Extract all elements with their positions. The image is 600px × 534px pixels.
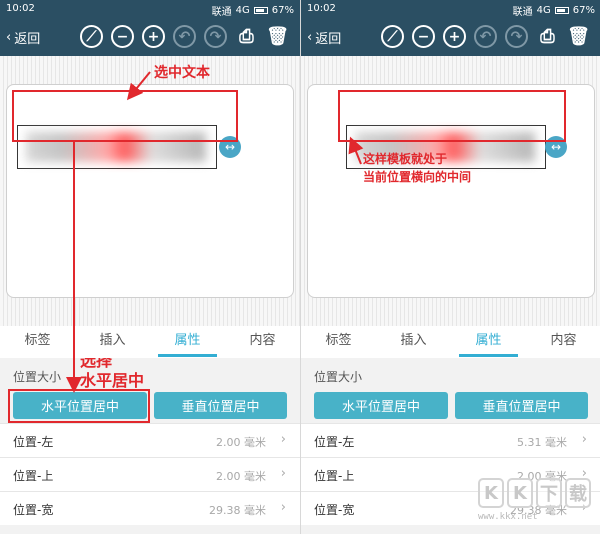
delete-button[interactable]: 🗑 [567, 25, 590, 48]
double-arrow-icon: ↔ [224, 140, 236, 154]
undo-icon: ↶ [178, 28, 191, 45]
battery-level: 67% [271, 5, 294, 16]
print-button[interactable]: ⎙ [536, 25, 559, 48]
redo-icon: ↷ [209, 28, 222, 45]
h-center-button[interactable]: 水平位置居中 [13, 392, 147, 419]
chevron-left-icon: ‹ [6, 30, 12, 45]
status-time: 10:02 [6, 3, 35, 14]
row-name: 位置-左 [13, 435, 54, 449]
status-time: 10:02 [307, 3, 336, 14]
redo-button[interactable]: ↷ [204, 25, 227, 48]
plus-icon: + [147, 28, 160, 45]
watermark-url: www.kkx.net [478, 512, 538, 522]
magic-wand-icon: ⟋ [86, 28, 97, 45]
undo-button[interactable]: ↶ [474, 25, 497, 48]
network-label: 4G [235, 5, 250, 16]
printer-icon: ⎙ [540, 26, 555, 47]
tab-content[interactable]: 内容 [225, 326, 300, 358]
tab-properties[interactable]: 属性 [451, 326, 526, 358]
battery-level: 67% [572, 5, 595, 16]
right-screen: 10:02 联通 4G 67% ‹ 返回 ⟋ − + ↶ ↷ ⎙ 🗑 ↔ 这样模… [300, 0, 600, 534]
watermark-letter: K [507, 478, 533, 508]
v-center-button[interactable]: 垂直位置居中 [154, 392, 287, 419]
annotation-choose-line2: 水平居中 [80, 371, 145, 390]
position-size-label: 位置大小 [314, 370, 363, 384]
chevron-right-icon: › [280, 432, 286, 447]
watermark-letter: 下 [536, 478, 562, 508]
minus-icon: − [417, 28, 430, 45]
annotation-result-line2: 当前位置横向的中间 [363, 170, 472, 184]
tab-insert[interactable]: 插入 [376, 326, 451, 358]
top-toolbar: ‹ 返回 ⟋ − + ↶ ↷ ⎙ 🗑 [0, 18, 300, 56]
zoom-out-button[interactable]: − [111, 25, 134, 48]
magic-edit-button[interactable]: ⟋ [80, 25, 103, 48]
row-name: 位置-左 [314, 435, 355, 449]
row-name: 位置-上 [13, 469, 54, 483]
property-row-left[interactable]: 位置-左 2.00 毫米 › [0, 423, 300, 457]
chevron-left-icon: ‹ [307, 30, 313, 45]
site-watermark: K K 下 载 www.kkx.net [478, 478, 598, 530]
row-name: 位置-宽 [13, 503, 54, 517]
zoom-in-button[interactable]: + [142, 25, 165, 48]
row-value: 5.31 毫米 [517, 436, 567, 449]
tab-label[interactable]: 标签 [301, 326, 376, 358]
double-arrow-icon: ↔ [550, 140, 562, 154]
status-bar: 10:02 联通 4G 67% [301, 0, 600, 18]
left-screen: 10:02 联通 4G 67% ‹ 返回 ⟋ − + ↶ ↷ ⎙ 🗑 ↔ 选中文… [0, 0, 300, 534]
undo-icon: ↶ [479, 28, 492, 45]
magic-wand-icon: ⟋ [387, 28, 398, 45]
position-size-label: 位置大小 [13, 370, 62, 384]
delete-button[interactable]: 🗑 [266, 25, 289, 48]
annotation-select-text: 选中文本 [154, 65, 210, 81]
network-label: 4G [536, 5, 551, 16]
back-label: 返回 [315, 32, 342, 47]
row-value: 29.38 毫米 [209, 504, 266, 517]
back-button[interactable]: ‹ 返回 [6, 28, 40, 47]
property-row-top[interactable]: 位置-上 2.00 毫米 › [0, 457, 300, 491]
tab-properties[interactable]: 属性 [150, 326, 225, 358]
watermark-letter: K [478, 478, 504, 508]
property-row-width[interactable]: 位置-宽 29.38 毫米 › [0, 491, 300, 525]
back-button[interactable]: ‹ 返回 [307, 28, 341, 47]
row-value: 2.00 毫米 [216, 436, 266, 449]
chevron-right-icon: › [280, 466, 286, 481]
zoom-in-button[interactable]: + [443, 25, 466, 48]
back-label: 返回 [14, 32, 41, 47]
bottom-tabs: 标签 插入 属性 内容 [301, 326, 600, 358]
trash-icon: 🗑 [567, 26, 590, 47]
zoom-out-button[interactable]: − [412, 25, 435, 48]
row-value: 2.00 毫米 [216, 470, 266, 483]
print-button[interactable]: ⎙ [235, 25, 258, 48]
plus-icon: + [448, 28, 461, 45]
redo-button[interactable]: ↷ [505, 25, 528, 48]
tab-content[interactable]: 内容 [526, 326, 600, 358]
property-row-left[interactable]: 位置-左 5.31 毫米 › [301, 423, 600, 457]
tab-label[interactable]: 标签 [0, 326, 75, 358]
battery-icon [554, 7, 569, 14]
h-center-button[interactable]: 水平位置居中 [314, 392, 448, 419]
row-name: 位置-宽 [314, 503, 355, 517]
battery-icon [253, 7, 268, 14]
undo-button[interactable]: ↶ [173, 25, 196, 48]
row-name: 位置-上 [314, 469, 355, 483]
top-toolbar: ‹ 返回 ⟋ − + ↶ ↷ ⎙ 🗑 [301, 18, 600, 56]
carrier-label: 联通 [211, 7, 232, 18]
tab-insert[interactable]: 插入 [75, 326, 150, 358]
printer-icon: ⎙ [239, 26, 254, 47]
chevron-right-icon: › [280, 500, 286, 515]
magic-edit-button[interactable]: ⟋ [381, 25, 404, 48]
status-bar: 10:02 联通 4G 67% [0, 0, 300, 18]
bottom-tabs: 标签 插入 属性 内容 [0, 326, 300, 358]
selection-highlight-box [338, 90, 566, 142]
chevron-right-icon: › [581, 432, 587, 447]
selection-highlight-box [12, 90, 238, 142]
annotation-result-line1: 这样模板就处于 [363, 152, 448, 166]
carrier-label: 联通 [512, 7, 533, 18]
watermark-letter: 载 [565, 478, 591, 508]
redo-icon: ↷ [510, 28, 523, 45]
trash-icon: 🗑 [266, 26, 289, 47]
v-center-button[interactable]: 垂直位置居中 [455, 392, 588, 419]
minus-icon: − [116, 28, 129, 45]
